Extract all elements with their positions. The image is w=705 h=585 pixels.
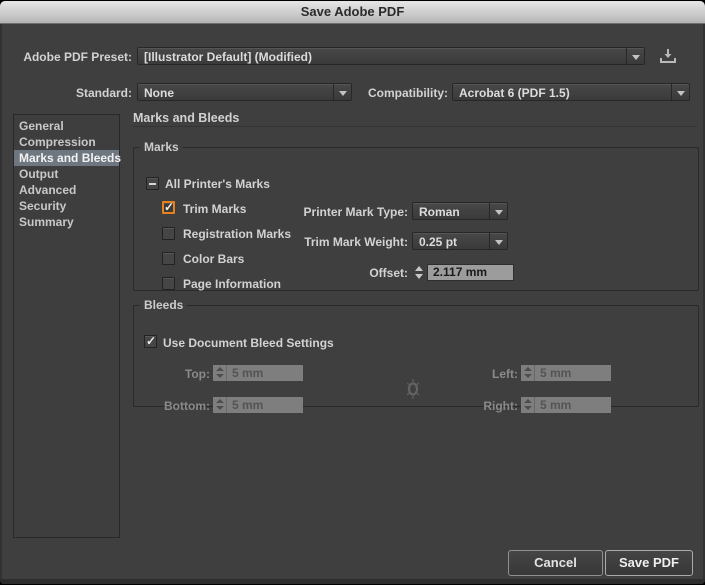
dialog-title: Save Adobe PDF bbox=[301, 4, 405, 19]
chevron-down-icon bbox=[632, 55, 640, 60]
registration-marks-checkbox[interactable] bbox=[162, 227, 175, 240]
sidebar-item-marks-and-bleeds[interactable]: Marks and Bleeds bbox=[14, 150, 119, 166]
heading-divider bbox=[133, 126, 697, 127]
trim-marks-checkbox[interactable] bbox=[162, 201, 175, 214]
preset-value: [Illustrator Default] (Modified) bbox=[144, 49, 622, 65]
bleeds-legend: Bleeds bbox=[140, 298, 187, 312]
sidebar-item-output[interactable]: Output bbox=[14, 166, 119, 182]
bleed-left-label: Left: bbox=[442, 367, 518, 381]
save-preset-button[interactable] bbox=[656, 46, 680, 66]
sidebar-item-summary[interactable]: Summary bbox=[14, 214, 119, 230]
sidebar-item-advanced[interactable]: Advanced bbox=[14, 182, 119, 198]
color-bars-label: Color Bars bbox=[183, 252, 244, 266]
stepper-up-icon[interactable] bbox=[415, 266, 423, 271]
preset-label: Adobe PDF Preset: bbox=[0, 50, 132, 64]
cancel-button[interactable]: Cancel bbox=[508, 550, 603, 576]
bleed-top-input: 5 mm bbox=[227, 365, 303, 381]
offset-label: Offset: bbox=[294, 266, 408, 280]
settings-category-list: General Compression Marks and Bleeds Out… bbox=[13, 114, 120, 538]
sidebar-item-compression[interactable]: Compression bbox=[14, 134, 119, 150]
printer-mark-type-value: Roman bbox=[419, 204, 485, 220]
page-information-checkbox[interactable] bbox=[162, 277, 175, 290]
bleeds-group: Bleeds Use Document Bleed Settings Top: … bbox=[133, 298, 699, 407]
up-down-stepper-icon bbox=[521, 397, 535, 413]
registration-marks-label: Registration Marks bbox=[183, 227, 291, 241]
bleed-right-input: 5 mm bbox=[535, 397, 611, 413]
compatibility-value: Acrobat 6 (PDF 1.5) bbox=[459, 85, 667, 101]
bleed-bottom-input: 5 mm bbox=[227, 397, 303, 413]
up-down-stepper-icon bbox=[521, 365, 535, 381]
printer-mark-type-dropdown[interactable]: Roman bbox=[412, 202, 508, 220]
up-down-stepper-icon bbox=[213, 397, 227, 413]
page-information-label: Page Information bbox=[183, 277, 281, 291]
sidebar-item-security[interactable]: Security bbox=[14, 198, 119, 214]
chevron-down-icon bbox=[495, 240, 503, 245]
bleed-left-input: 5 mm bbox=[535, 365, 611, 381]
preset-dropdown[interactable]: [Illustrator Default] (Modified) bbox=[137, 47, 645, 65]
standard-dropdown[interactable]: None bbox=[137, 83, 352, 101]
chevron-down-icon bbox=[339, 91, 347, 96]
up-down-stepper-icon bbox=[213, 365, 227, 381]
bleed-top-label: Top: bbox=[134, 367, 210, 381]
use-document-bleed-checkbox[interactable] bbox=[144, 335, 157, 348]
save-adobe-pdf-dialog: Save Adobe PDF Adobe PDF Preset: [Illust… bbox=[0, 1, 705, 584]
chevron-down-icon bbox=[677, 91, 685, 96]
stepper-down-icon[interactable] bbox=[415, 274, 423, 279]
dialog-titlebar: Save Adobe PDF bbox=[0, 1, 705, 24]
standard-value: None bbox=[144, 85, 329, 101]
marks-group: Marks All Printer's Marks Trim Marks Reg… bbox=[133, 140, 699, 291]
download-preset-icon bbox=[656, 46, 680, 66]
bleed-bottom-label: Bottom: bbox=[134, 399, 210, 413]
trim-mark-weight-value: 0.25 pt bbox=[419, 234, 485, 250]
sidebar-item-general[interactable]: General bbox=[14, 118, 119, 134]
trim-mark-weight-label: Trim Mark Weight: bbox=[294, 235, 408, 249]
use-document-bleed-label: Use Document Bleed Settings bbox=[163, 336, 334, 350]
pane-heading: Marks and Bleeds bbox=[133, 111, 239, 125]
marks-legend: Marks bbox=[140, 140, 183, 154]
offset-stepper[interactable] bbox=[412, 264, 425, 281]
dialog-bottom-edge bbox=[0, 579, 705, 584]
compatibility-dropdown[interactable]: Acrobat 6 (PDF 1.5) bbox=[452, 83, 690, 101]
compatibility-label: Compatibility: bbox=[356, 86, 448, 100]
chevron-down-icon bbox=[495, 210, 503, 215]
color-bars-checkbox[interactable] bbox=[162, 252, 175, 265]
unlink-icon bbox=[404, 378, 422, 400]
printer-mark-type-label: Printer Mark Type: bbox=[294, 205, 408, 219]
offset-input[interactable]: 2.117 mm bbox=[427, 264, 514, 281]
bleed-right-label: Right: bbox=[442, 399, 518, 413]
trim-mark-weight-dropdown[interactable]: 0.25 pt bbox=[412, 232, 508, 250]
trim-marks-label: Trim Marks bbox=[183, 202, 246, 216]
all-printers-marks-label: All Printer's Marks bbox=[165, 177, 270, 191]
standard-label: Standard: bbox=[0, 86, 132, 100]
save-pdf-button[interactable]: Save PDF bbox=[605, 550, 693, 576]
all-printers-marks-checkbox[interactable] bbox=[146, 177, 159, 190]
